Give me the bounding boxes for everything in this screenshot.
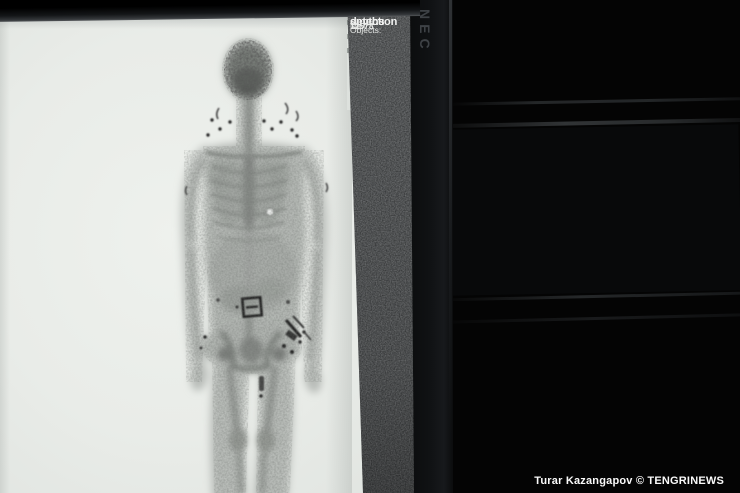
shelf-edge-line: [448, 97, 740, 106]
shelf-interior: [448, 124, 740, 296]
photo-of-monitor: NEC smıths detectıon Objects: [0, 0, 740, 493]
shelf-edge-line: [448, 313, 740, 323]
new-value: 1: [350, 21, 355, 31]
screen-shading: [0, 0, 10, 493]
bezel-edge-highlight: [449, 0, 452, 440]
photo-credit: Turar Kazangapov © TENGRINEWS: [534, 475, 724, 487]
